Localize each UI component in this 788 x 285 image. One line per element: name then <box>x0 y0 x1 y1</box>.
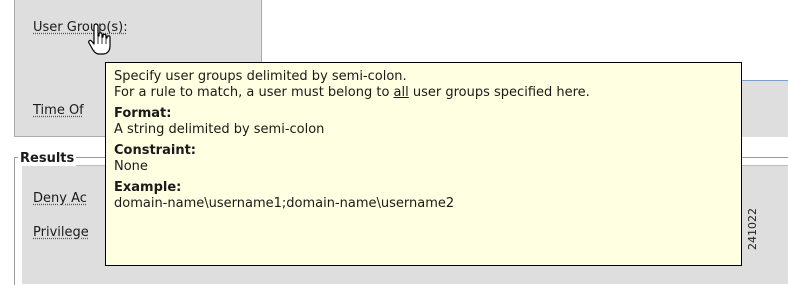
example-text: domain-name\username1;domain-name\userna… <box>114 196 455 211</box>
tooltip-line-1: Specify user groups delimited by semi-co… <box>114 69 407 84</box>
tooltip-line-2: For a rule to match, a user must belong … <box>114 85 733 101</box>
figure-id-label: 241022 <box>746 208 759 250</box>
format-text: A string delimited by semi-colon <box>114 122 325 137</box>
tooltip-line-2-after: user groups specified here. <box>408 85 590 100</box>
time-of-label[interactable]: Time Of <box>33 103 84 118</box>
help-tooltip: Specify user groups delimited by semi-co… <box>105 62 742 266</box>
privilege-label[interactable]: Privilege <box>33 225 89 240</box>
example-heading: Example: <box>114 180 182 195</box>
constraint-heading: Constraint: <box>114 143 196 158</box>
format-heading: Format: <box>114 106 172 121</box>
deny-access-label[interactable]: Deny Ac <box>33 191 87 206</box>
results-legend: Results <box>18 151 77 166</box>
tooltip-emphasis-all: all <box>393 85 409 100</box>
hand-pointer-icon <box>88 23 111 55</box>
constraint-text: None <box>114 159 148 174</box>
tooltip-line-2-before: For a rule to match, a user must belong … <box>114 85 394 100</box>
